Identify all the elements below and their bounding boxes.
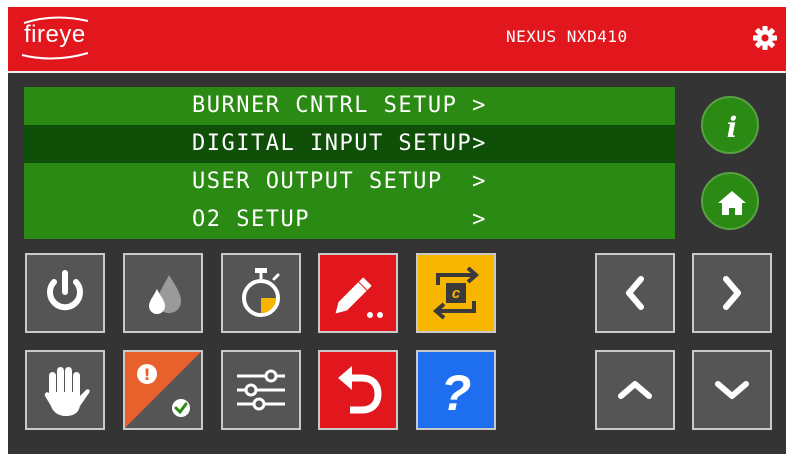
- brand-logo: fireye: [24, 21, 86, 48]
- timer-button[interactable]: [221, 253, 301, 333]
- nav-right-button[interactable]: [692, 253, 772, 333]
- chevron-down-icon: [715, 381, 749, 399]
- hand-stop-icon: [44, 367, 90, 416]
- device-name: NEXUS NXD410: [506, 27, 628, 46]
- undo-button[interactable]: [318, 350, 398, 430]
- adjust-button[interactable]: [221, 350, 301, 430]
- cycle-button[interactable]: c: [416, 253, 496, 333]
- menu-item-o2-setup[interactable]: O2 SETUP >: [24, 201, 675, 239]
- hold-button[interactable]: [25, 350, 105, 430]
- cycle-glyph: c: [452, 285, 461, 302]
- help-button[interactable]: ?: [416, 350, 496, 430]
- nav-down-button[interactable]: [692, 350, 772, 430]
- edit-button[interactable]: [318, 253, 398, 333]
- alarm-button[interactable]: !: [123, 350, 203, 430]
- alarm-glyph: !: [143, 365, 150, 384]
- power-icon: [47, 270, 83, 311]
- chevron-up-icon: [618, 381, 652, 399]
- flame-button[interactable]: [123, 253, 203, 333]
- cycle-c-icon: c: [432, 266, 480, 320]
- menu-item-label: DIGITAL INPUT SETUP>: [192, 131, 487, 156]
- setup-menu: BURNER CNTRL SETUP > DIGITAL INPUT SETUP…: [24, 87, 675, 239]
- menu-item-label: USER OUTPUT SETUP >: [192, 169, 487, 194]
- menu-item-digital-input-setup[interactable]: DIGITAL INPUT SETUP>: [24, 125, 675, 163]
- nav-left-button[interactable]: [595, 253, 675, 333]
- hmi-panel: fireye NEXUS NXD410 BURNER CNTRL SETUP >…: [8, 7, 786, 454]
- chevron-left-icon: [626, 276, 644, 310]
- flame-drop-icon: [149, 275, 181, 314]
- help-glyph: ?: [441, 365, 472, 421]
- header-bar: fireye NEXUS NXD410: [8, 7, 786, 73]
- nav-up-button[interactable]: [595, 350, 675, 430]
- menu-item-user-output-setup[interactable]: USER OUTPUT SETUP >: [24, 163, 675, 201]
- alarm-check-icon: !: [125, 352, 201, 428]
- stopwatch-icon: [242, 268, 280, 317]
- sliders-icon: [237, 369, 285, 411]
- info-button[interactable]: i: [701, 96, 759, 154]
- home-icon: [718, 191, 746, 215]
- chevron-right-icon: [723, 276, 741, 310]
- info-icon: i: [727, 111, 738, 144]
- gear-icon[interactable]: [752, 25, 778, 51]
- pencil-icon: [335, 277, 383, 318]
- info-glyph: i: [727, 111, 738, 144]
- question-icon: ?: [441, 365, 472, 421]
- menu-item-burner-cntrl-setup[interactable]: BURNER CNTRL SETUP >: [24, 87, 675, 125]
- home-button[interactable]: [701, 172, 759, 230]
- menu-item-label: O2 SETUP >: [192, 207, 487, 232]
- menu-item-label: BURNER CNTRL SETUP >: [192, 93, 487, 118]
- power-button[interactable]: [25, 253, 105, 333]
- undo-icon: [338, 366, 382, 414]
